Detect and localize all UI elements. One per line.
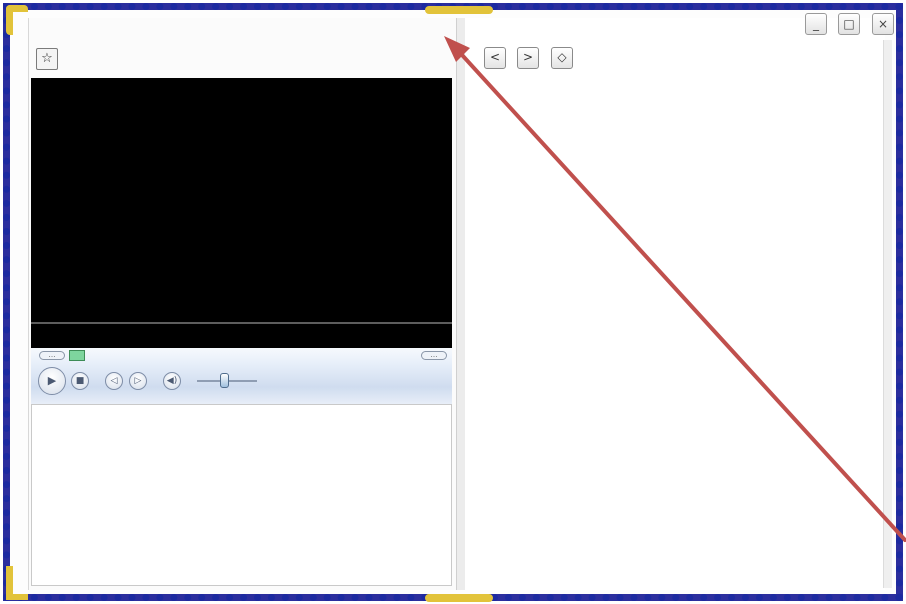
content-pane[interactable]	[465, 18, 885, 590]
play-button[interactable]: ▶	[38, 367, 66, 395]
mute-button[interactable]: ◀)	[163, 372, 181, 390]
speaker-icon: ◀)	[166, 376, 178, 386]
close-button[interactable]: ×	[872, 13, 894, 35]
seek-start-pill[interactable]: …	[39, 351, 65, 360]
resize-edge-bottom-left[interactable]	[6, 594, 28, 600]
player-controls-bar	[31, 348, 452, 405]
chevron-right-icon: >	[522, 50, 534, 64]
minimize-button[interactable]: _	[805, 13, 827, 35]
vertical-scrollbar[interactable]	[883, 40, 892, 588]
home-button[interactable]: ◇	[551, 47, 573, 69]
diamond-icon: ◇	[557, 50, 567, 64]
playlist-area[interactable]	[31, 404, 452, 586]
chevron-left-icon: <	[489, 50, 501, 64]
maximize-button[interactable]: □	[838, 13, 860, 35]
maximize-icon: □	[843, 17, 855, 31]
close-icon: ×	[877, 17, 889, 31]
play-icon: ▶	[47, 374, 57, 387]
next-icon: ▷	[134, 376, 142, 386]
previous-button[interactable]: ◁	[105, 372, 123, 390]
seek-thumb[interactable]	[69, 350, 85, 361]
next-button[interactable]: ▷	[129, 372, 147, 390]
resize-handle-top[interactable]	[425, 6, 493, 14]
resize-edge-left-top[interactable]	[6, 5, 13, 35]
video-display[interactable]	[31, 78, 452, 348]
stop-icon: ■	[75, 376, 85, 386]
previous-icon: ◁	[110, 376, 118, 386]
seek-end-pill[interactable]: …	[421, 351, 447, 360]
minimize-icon: _	[813, 17, 819, 31]
star-icon: ☆	[41, 51, 53, 66]
resize-handle-bottom[interactable]	[425, 594, 493, 602]
video-separator	[31, 322, 452, 324]
forward-button[interactable]: >	[517, 47, 539, 69]
volume-slider-thumb[interactable]	[220, 373, 229, 388]
favorite-button[interactable]: ☆	[36, 48, 58, 70]
back-button[interactable]: <	[484, 47, 506, 69]
stop-button[interactable]: ■	[71, 372, 89, 390]
